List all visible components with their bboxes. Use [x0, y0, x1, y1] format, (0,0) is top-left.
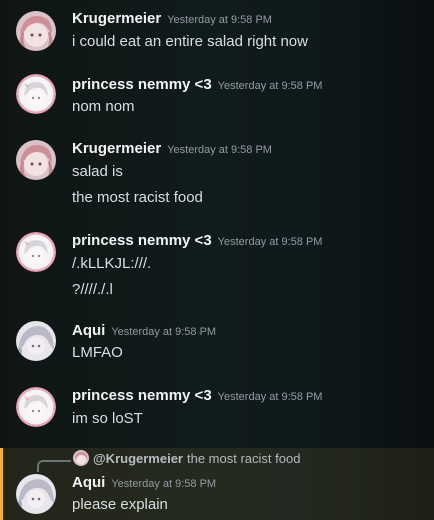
avatar-aqui[interactable] — [16, 321, 56, 361]
message-text: i could eat an entire salad right now — [72, 33, 308, 50]
message: Aqui Yesterday at 9:58 PM LMFAO — [0, 316, 434, 382]
author-name[interactable]: Krugermeier — [72, 10, 161, 27]
author-name[interactable]: Krugermeier — [72, 140, 161, 157]
avatar-krugermeier[interactable] — [16, 140, 56, 180]
message-timestamp[interactable]: Yesterday at 9:58 PM — [218, 391, 323, 403]
avatar-aqui[interactable] — [16, 474, 56, 514]
author-name[interactable]: princess nemmy <3 — [72, 76, 212, 93]
avatar-krugermeier-image — [16, 11, 56, 51]
avatar-krugermeier-image — [16, 140, 56, 180]
message-text: the most racist food — [72, 189, 203, 206]
avatar-aqui-image — [16, 321, 56, 361]
avatar-princess-nemmy[interactable] — [16, 387, 56, 427]
author-name[interactable]: princess nemmy <3 — [72, 232, 212, 249]
reply-spine — [37, 460, 71, 472]
message-timestamp[interactable]: Yesterday at 9:58 PM — [218, 80, 323, 92]
message-timestamp[interactable]: Yesterday at 9:58 PM — [167, 144, 272, 156]
message-timestamp[interactable]: Yesterday at 9:58 PM — [218, 236, 323, 248]
message-text: /.kLLKJL:///. — [72, 255, 152, 272]
message-text: LMFAO — [72, 344, 123, 361]
avatar-princess-nemmy[interactable] — [16, 74, 56, 114]
reply-avatar-krugermeier — [73, 450, 89, 466]
message-timestamp[interactable]: Yesterday at 9:58 PM — [167, 14, 272, 26]
author-name[interactable]: Aqui — [72, 474, 105, 491]
avatar-aqui-image — [16, 474, 56, 514]
message-highlighted: @Krugermeier the most racist food Aqui Yes… — [0, 448, 434, 520]
message-text: salad is — [72, 163, 123, 180]
message-text: nom nom — [72, 98, 135, 115]
message: Krugermeier Yesterday at 9:58 PM salad is… — [0, 130, 434, 222]
message-text: ?////./.l — [72, 281, 113, 298]
author-name[interactable]: Aqui — [72, 322, 105, 339]
message-timestamp[interactable]: Yesterday at 9:58 PM — [111, 326, 216, 338]
avatar-krugermeier[interactable] — [16, 11, 56, 51]
reply-preview-text[interactable]: the most racist food — [187, 451, 300, 466]
reply-reference[interactable]: @Krugermeier the most racist food — [73, 450, 300, 466]
reply-mention[interactable]: @Krugermeier — [93, 451, 183, 466]
avatar-princess-nemmy-image — [16, 232, 56, 272]
message: princess nemmy <3 Yesterday at 9:58 PM no… — [0, 64, 434, 130]
chat-window: { "messages": [ { "author": "Krugermeier… — [0, 0, 434, 520]
message-text: im so loST — [72, 410, 143, 427]
message: princess nemmy <3 Yesterday at 9:58 PM im… — [0, 382, 434, 448]
message: princess nemmy <3 Yesterday at 9:58 PM /.… — [0, 222, 434, 316]
avatar-princess-nemmy-image — [16, 74, 56, 114]
reply-avatar-krugermeier-image — [73, 450, 89, 466]
avatar-princess-nemmy-image — [16, 387, 56, 427]
author-name[interactable]: princess nemmy <3 — [72, 387, 212, 404]
message-text: please explain — [72, 496, 168, 513]
message-timestamp[interactable]: Yesterday at 9:58 PM — [111, 478, 216, 490]
message: Krugermeier Yesterday at 9:58 PM i could … — [0, 0, 434, 64]
avatar-princess-nemmy[interactable] — [16, 232, 56, 272]
